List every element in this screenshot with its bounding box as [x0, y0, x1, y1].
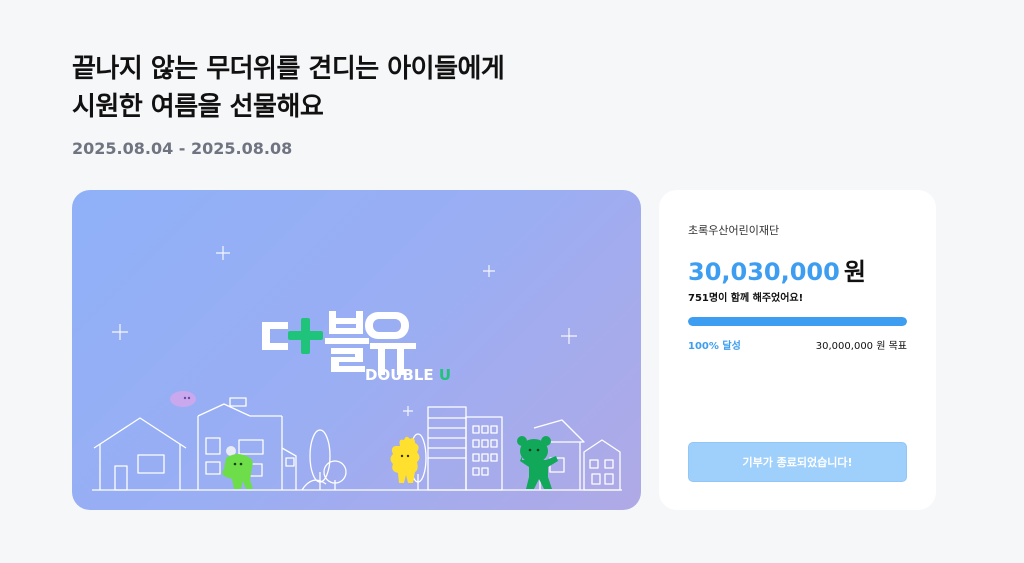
banner-illustration: DOUBLE U: [92, 246, 622, 491]
green-character: [222, 446, 253, 489]
raised-amount-value: 30,030,000: [688, 258, 840, 286]
donate-button[interactable]: 기부가 종료되었습니다!: [688, 442, 907, 482]
organization-name: 초록우산어린이재단: [688, 224, 780, 237]
plus-icon: [288, 318, 323, 354]
purple-character: [170, 391, 196, 407]
raised-amount: 30,030,000 원: [688, 252, 866, 287]
raised-amount-unit: 원: [843, 258, 866, 286]
progress-bar-fill: [688, 317, 907, 326]
campaign-period: 2025.08.04 - 2025.08.08: [72, 139, 293, 158]
goal-label: 30,000,000 원 목표: [815, 341, 907, 352]
campaign-title: 끝나지 않는 무더위를 견디는 아이들에게 시원한 여름을 선물해요: [72, 50, 505, 126]
achievement-label: 100% 달성: [688, 341, 741, 352]
yellow-character: [390, 436, 420, 483]
bear-character: [517, 436, 558, 489]
campaign-title-line-1: 끝나지 않는 무더위를 견디는 아이들에게: [72, 54, 505, 84]
progress-bar: [688, 317, 907, 326]
donor-count-text: 751명이 함께 해주었어요!: [688, 293, 804, 304]
logo-text: DOUBLE U: [365, 366, 451, 384]
double-u-logo: DOUBLE U: [262, 311, 451, 384]
campaign-title-line-2: 시원한 여름을 선물해요: [72, 92, 324, 122]
campaign-banner: DOUBLE U: [72, 190, 641, 510]
donation-summary-card: 초록우산어린이재단 30,030,000 원 751명이 함께 해주었어요! 10…: [659, 190, 936, 510]
campaign-page: 끝나지 않는 무더위를 견디는 아이들에게 시원한 여름을 선물해요 2025.…: [0, 0, 1024, 563]
